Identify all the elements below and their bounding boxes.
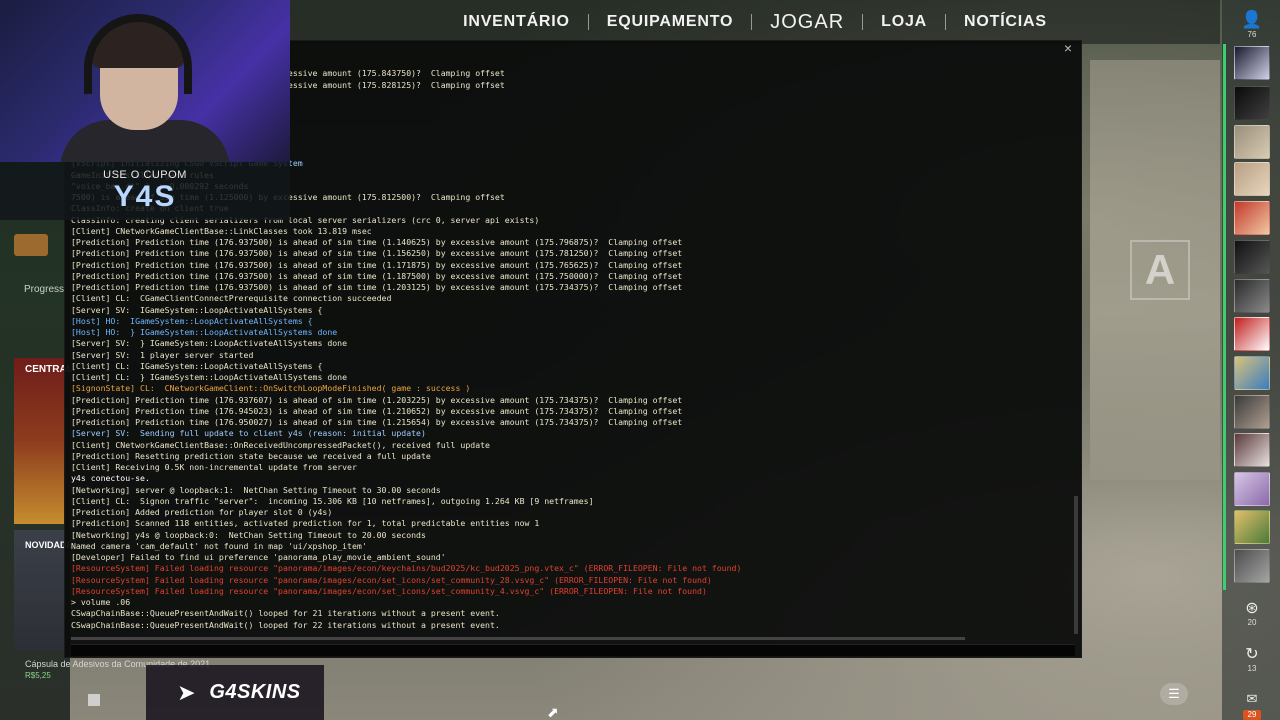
console-line: [Prediction] Prediction time (176.937500…	[71, 270, 683, 281]
console-horizontal-scrollbar[interactable]	[71, 637, 965, 640]
console-line: [Prediction] Prediction time (176.937500…	[71, 282, 683, 292]
friend-avatar[interactable]	[1234, 201, 1270, 235]
console-line: [Client] CNetworkGameClientBase::LinkCla…	[71, 225, 372, 236]
progress-label: Progress	[24, 284, 65, 295]
console-line: [Prediction] Prediction time (176.937500…	[71, 237, 683, 247]
person-icon: 👤	[1241, 10, 1263, 29]
console-line: [Host] HO: } IGameSystem::LoopActivateAl…	[71, 327, 338, 337]
mouse-cursor-icon: ⬈	[547, 704, 559, 720]
friend-avatar[interactable]	[1234, 433, 1270, 467]
console-line: [Client] Receiving 0.5K non-incremental …	[71, 462, 357, 472]
friend-avatar[interactable]	[1234, 46, 1270, 80]
friend-avatar[interactable]	[1234, 317, 1270, 351]
friends-button[interactable]: 👤 76	[1240, 10, 1264, 39]
console-line: [Networking] y4s @ loopback:0: NetChan S…	[71, 529, 426, 540]
coupon-banner: USE O CUPOM Y4S	[0, 162, 290, 220]
nav-news[interactable]: NOTÍCIAS	[946, 13, 1065, 31]
sponsor-banner: ➤ G4SKINS	[146, 665, 324, 720]
console-line: [ResourceSystem] Failed loading resource…	[71, 574, 712, 585]
console-line: [Prediction] Prediction time (176.950027…	[71, 417, 683, 427]
history-button[interactable]: ↻ 13	[1238, 646, 1266, 674]
radio-icon: ⊛	[1245, 600, 1259, 617]
console-line: [ResourceSystem] Failed loading resource…	[71, 585, 707, 596]
coupon-code: Y4S	[113, 180, 177, 213]
headphones-icon	[84, 14, 192, 94]
nav-inventory[interactable]: INVENTÁRIO	[445, 13, 588, 31]
capsule-price: R$5,25	[25, 671, 51, 680]
console-line: [Client] CL: CGameClientConnectPrerequis…	[71, 293, 392, 304]
friend-avatar[interactable]	[1234, 395, 1270, 429]
friend-avatar[interactable]	[1234, 86, 1270, 120]
console-line: [ResourceSystem] Failed loading resource…	[71, 563, 742, 574]
sponsor-name: G4SKINS	[209, 681, 301, 703]
central-promo-card[interactable]	[14, 358, 66, 524]
panther-logo-icon: ➤	[177, 679, 196, 705]
friend-avatar[interactable]	[1234, 356, 1270, 390]
history-icon: ↻	[1245, 646, 1259, 663]
console-line: [Client] CNetworkGameClientBase::OnRecei…	[71, 439, 490, 450]
console-line: [Client] CL: } IGameSystem::LoopActivate…	[71, 372, 348, 382]
console-line: Named camera 'cam_default' not found in …	[71, 540, 367, 551]
console-line: > volume .06	[71, 597, 131, 607]
friend-avatar[interactable]	[1234, 510, 1270, 544]
close-icon[interactable]: ×	[1061, 41, 1075, 55]
friend-avatar[interactable]	[1234, 162, 1270, 196]
console-line: [Client] CL: IGameSystem::LoopActivateAl…	[71, 360, 323, 371]
console-line: [Prediction] Scanned 118 entities, activ…	[71, 518, 540, 529]
console-scrollbar[interactable]	[1074, 496, 1078, 634]
console-line: [Server] SV: Sending full update to clie…	[71, 428, 426, 439]
console-line: [Prediction] Added prediction for player…	[71, 507, 333, 517]
console-line: [Networking] server @ loopback:1: NetCha…	[71, 484, 441, 495]
friend-avatar[interactable]	[1234, 240, 1270, 274]
stop-icon[interactable]	[88, 694, 100, 706]
background-site-marker: A	[1130, 240, 1190, 300]
nav-play[interactable]: JOGAR	[752, 11, 862, 34]
console-line: CSwapChainBase::QueuePresentAndWait() lo…	[71, 608, 500, 619]
mail-icon: ✉	[1246, 691, 1258, 706]
console-line: [Server] SV: } IGameSystem::LoopActivate…	[71, 338, 348, 349]
console-line: [Server] SV: IGameSystem::LoopActivateAl…	[71, 304, 323, 315]
console-line: [Prediction] Prediction time (176.937500…	[71, 248, 683, 259]
friend-avatar[interactable]	[1234, 125, 1270, 159]
console-line: CSwapChainBase::QueuePresentAndWait() lo…	[71, 619, 500, 630]
main-nav: INVENTÁRIO EQUIPAMENTO JOGAR LOJA NOTÍCI…	[290, 0, 1220, 44]
online-indicator-line	[1223, 44, 1226, 590]
console-line: [Prediction] Prediction time (176.937607…	[71, 394, 683, 405]
history-count: 13	[1247, 664, 1257, 673]
console-line: [Client] CL: Signon traffic "server": in…	[71, 495, 594, 506]
console-line: [Prediction] Prediction time (176.945023…	[71, 405, 683, 416]
settings-icon[interactable]: ☰	[1160, 683, 1188, 705]
friend-avatar[interactable]	[1234, 279, 1270, 313]
friend-avatar[interactable]	[1234, 472, 1270, 506]
case-icon[interactable]	[14, 234, 48, 256]
console-input[interactable]	[71, 644, 1075, 656]
console-line: [Prediction] Prediction time (176.937500…	[71, 259, 683, 270]
nav-store[interactable]: LOJA	[863, 13, 945, 31]
console-line: [Host] HO: IGameSystem::LoopActivateAllS…	[71, 315, 313, 326]
radio-count: 20	[1247, 618, 1257, 627]
console-line: [Prediction] Resetting prediction state …	[71, 450, 431, 461]
console-line: [Server] SV: 1 player server started	[71, 349, 254, 360]
webcam-overlay	[0, 0, 290, 162]
console-line: [SignonState] CL: CNetworkGameClient::On…	[71, 383, 471, 394]
radio-button[interactable]: ⊛ 20	[1238, 600, 1266, 628]
mail-count: 29	[1243, 710, 1261, 720]
nav-loadout[interactable]: EQUIPAMENTO	[589, 13, 751, 31]
mail-button[interactable]: ✉ 29	[1238, 690, 1266, 720]
friends-count: 76	[1247, 30, 1257, 39]
console-line: y4s conectou-se.	[71, 473, 150, 484]
console-line: [Developer] Failed to find ui preference…	[71, 552, 446, 562]
friend-avatar[interactable]	[1234, 549, 1270, 583]
